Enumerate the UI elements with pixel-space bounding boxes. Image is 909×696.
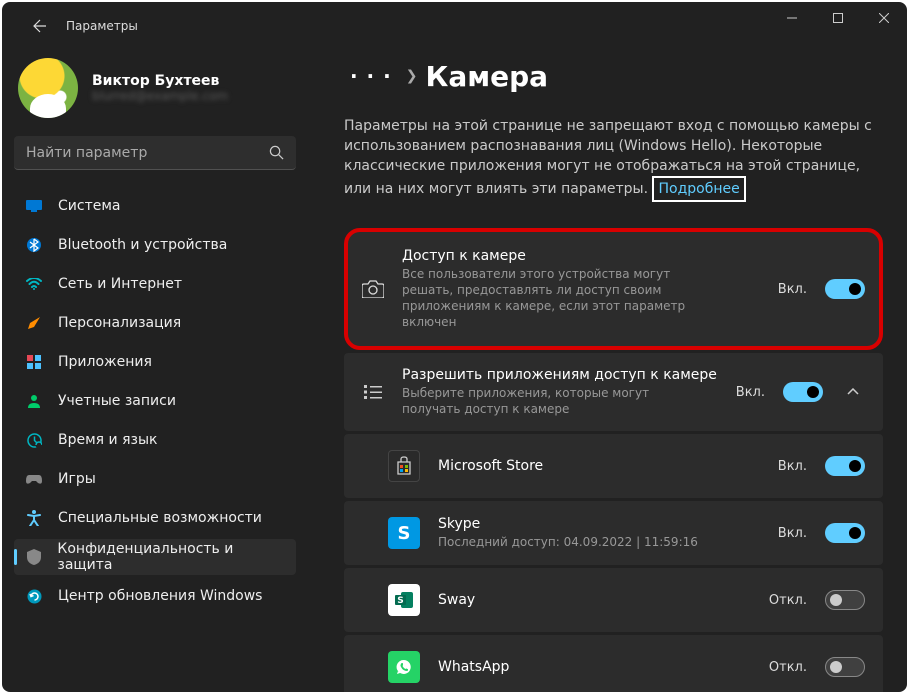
app-name: Skype — [438, 516, 760, 532]
person-icon — [26, 393, 42, 409]
chevron-up-icon[interactable] — [841, 388, 865, 396]
window-controls — [769, 2, 907, 34]
nav-bluetooth[interactable]: Bluetooth и устройства — [14, 227, 296, 263]
app-icon-whatsapp — [388, 651, 420, 683]
nav-accessibility[interactable]: Специальные возможности — [14, 500, 296, 536]
avatar — [18, 58, 78, 118]
nav-time[interactable]: Время и язык — [14, 422, 296, 458]
brush-icon — [26, 315, 42, 331]
description-text: Параметры на этой странице не запрещают … — [344, 118, 872, 197]
apps-icon — [26, 354, 42, 370]
nav-list: Система Bluetooth и устройства Сеть и Ин… — [14, 188, 296, 614]
nav-label: Учетные записи — [58, 393, 176, 409]
app-icon-skype: S — [388, 517, 420, 549]
wifi-icon — [26, 276, 42, 292]
nav-personalization[interactable]: Персонализация — [14, 305, 296, 341]
maximize-button[interactable] — [815, 2, 861, 34]
toggle-camera-access[interactable] — [825, 279, 865, 299]
toggle-app-sway[interactable] — [825, 590, 865, 610]
nav-label: Сеть и Интернет — [58, 276, 182, 292]
nav-label: Игры — [58, 471, 96, 487]
accessibility-icon — [26, 510, 42, 526]
nav-network[interactable]: Сеть и Интернет — [14, 266, 296, 302]
card-camera-access[interactable]: Доступ к камере Все пользователи этого у… — [344, 228, 883, 350]
search-input[interactable] — [26, 145, 269, 161]
nav-label: Время и язык — [58, 432, 157, 448]
chevron-right-icon: ❯ — [406, 68, 418, 84]
settings-window: Параметры Виктор Бухтеев blurred@example… — [2, 2, 907, 692]
page-title: Камера — [425, 60, 548, 93]
toggle-state: Откл. — [769, 593, 807, 608]
app-last-access: Последний доступ: 04.09.2022 | 11:59:16 — [438, 534, 760, 550]
gamepad-icon — [26, 471, 42, 487]
app-name: WhatsApp — [438, 659, 751, 675]
toggle-state: Вкл. — [778, 282, 807, 297]
nav-label: Персонализация — [58, 315, 181, 331]
bluetooth-icon — [26, 237, 42, 253]
toggle-state: Вкл. — [736, 385, 765, 400]
svg-text:S: S — [397, 596, 403, 606]
nav-label: Специальные возможности — [58, 510, 262, 526]
nav-label: Система — [58, 198, 120, 214]
nav-label: Конфиденциальность и защита — [57, 541, 284, 573]
app-icon-sway: S — [388, 584, 420, 616]
update-icon — [26, 588, 42, 604]
toggle-app-store[interactable] — [825, 456, 865, 476]
app-name: Microsoft Store — [438, 458, 760, 474]
learn-more-link[interactable]: Подробнее — [652, 176, 745, 202]
breadcrumb-ellipsis[interactable]: · · · — [344, 60, 398, 92]
sidebar: Виктор Бухтеев blurred@example.com Систе… — [2, 50, 308, 692]
app-row-store[interactable]: Microsoft Store Вкл. — [344, 434, 883, 498]
shield-icon — [26, 549, 41, 565]
search-box[interactable] — [14, 136, 296, 170]
clock-icon — [26, 432, 42, 448]
close-button[interactable] — [861, 2, 907, 34]
breadcrumb: · · · ❯ Камера — [344, 50, 883, 102]
system-icon — [26, 198, 42, 214]
card-app-access[interactable]: Разрешить приложениям доступ к камере Вы… — [344, 353, 883, 431]
app-row-skype[interactable]: S Skype Последний доступ: 04.09.2022 | 1… — [344, 501, 883, 565]
minimize-button[interactable] — [769, 2, 815, 34]
toggle-app-whatsapp[interactable] — [825, 657, 865, 677]
toggle-state: Откл. — [769, 660, 807, 675]
nav-label: Приложения — [58, 354, 152, 370]
nav-accounts[interactable]: Учетные записи — [14, 383, 296, 419]
nav-gaming[interactable]: Игры — [14, 461, 296, 497]
main-content: · · · ❯ Камера Параметры на этой страниц… — [308, 50, 907, 692]
card-title: Доступ к камере — [402, 248, 760, 264]
profile-block[interactable]: Виктор Бухтеев blurred@example.com — [14, 50, 296, 132]
camera-icon — [362, 280, 384, 298]
card-title: Разрешить приложениям доступ к камере — [402, 367, 718, 383]
nav-label: Bluetooth и устройства — [58, 237, 227, 253]
card-subtitle: Выберите приложения, которые могут получ… — [402, 385, 682, 417]
toggle-app-skype[interactable] — [825, 523, 865, 543]
search-icon — [269, 145, 284, 160]
list-icon — [362, 385, 384, 399]
page-description: Параметры на этой странице не запрещают … — [344, 116, 883, 202]
app-row-sway[interactable]: S Sway Откл. — [344, 568, 883, 632]
toggle-state: Вкл. — [778, 459, 807, 474]
nav-privacy[interactable]: Конфиденциальность и защита — [14, 539, 296, 575]
back-button[interactable] — [18, 6, 58, 46]
profile-email: blurred@example.com — [92, 89, 228, 103]
app-name: Sway — [438, 592, 751, 608]
nav-system[interactable]: Система — [14, 188, 296, 224]
toggle-app-access[interactable] — [783, 382, 823, 402]
nav-label: Центр обновления Windows — [58, 588, 262, 604]
card-subtitle: Все пользователи этого устройства могут … — [402, 266, 722, 330]
window-title: Параметры — [66, 19, 138, 33]
nav-update[interactable]: Центр обновления Windows — [14, 578, 296, 614]
profile-name: Виктор Бухтеев — [92, 73, 228, 89]
nav-apps[interactable]: Приложения — [14, 344, 296, 380]
app-icon-store — [388, 450, 420, 482]
app-row-whatsapp[interactable]: WhatsApp Откл. — [344, 635, 883, 692]
toggle-state: Вкл. — [778, 526, 807, 541]
